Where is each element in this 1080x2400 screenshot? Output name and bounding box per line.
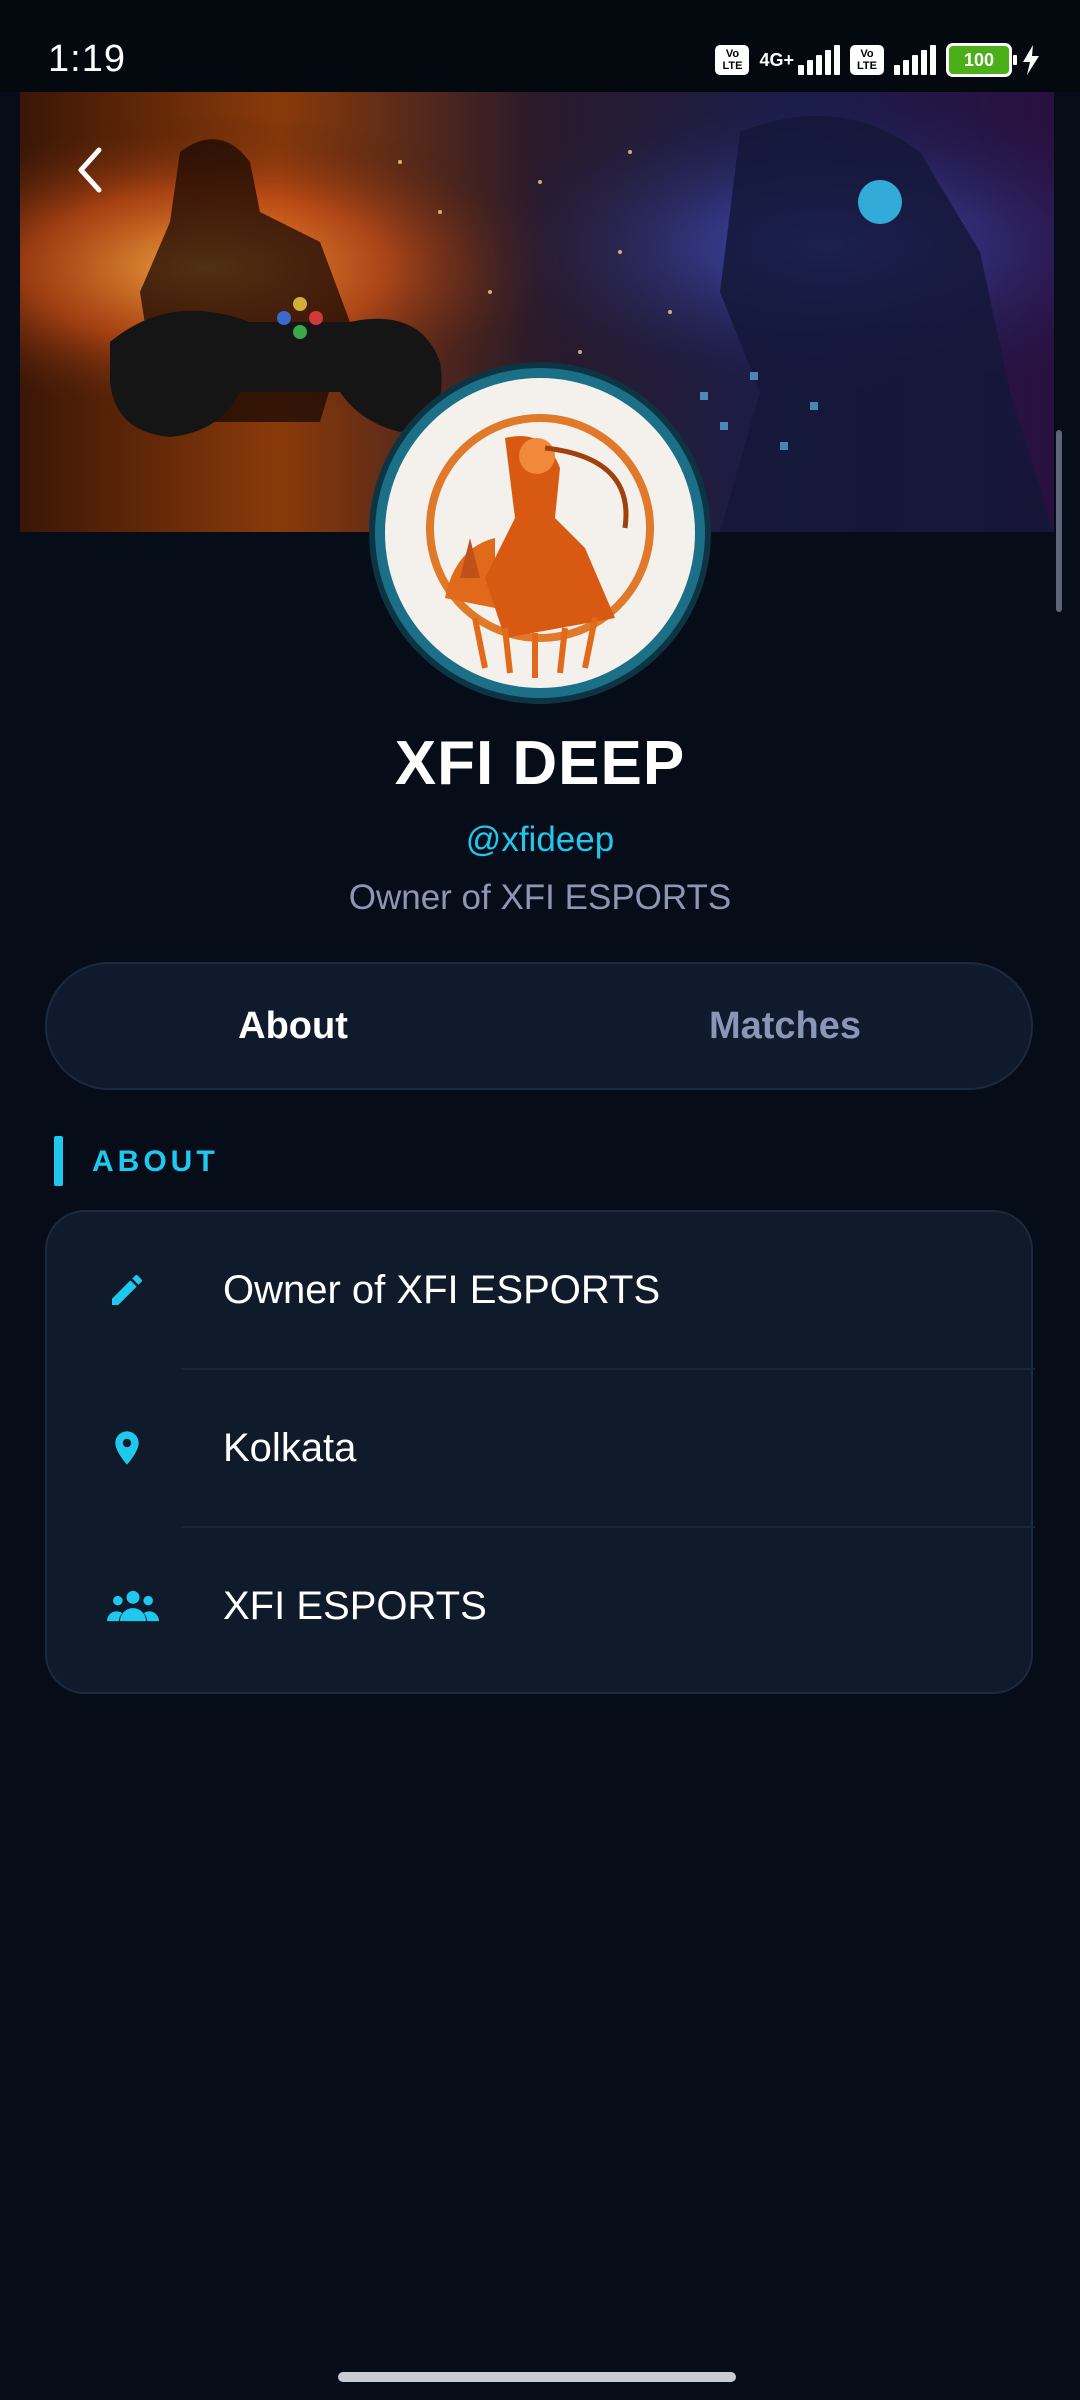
signal-icon-2: [894, 45, 936, 75]
network-type: 4G+: [759, 49, 794, 70]
section-accent-bar: [54, 1136, 63, 1186]
status-time: 1:19: [48, 38, 126, 80]
signal-icon: [798, 45, 840, 75]
section-title: ABOUT: [92, 1145, 219, 1178]
avatar[interactable]: [375, 368, 705, 698]
home-indicator[interactable]: [338, 2372, 736, 2382]
about-item-bio: Owner of XFI ESPORTS: [47, 1212, 1035, 1368]
scrollbar[interactable]: [1056, 430, 1062, 612]
profile-handle[interactable]: @xfideep: [0, 820, 1080, 860]
pencil-icon: [112, 1274, 143, 1305]
group-icon: [107, 1590, 159, 1622]
location-pin-icon: [115, 1431, 139, 1465]
about-item-text: Kolkata: [223, 1425, 357, 1470]
about-item-location: Kolkata: [47, 1370, 1035, 1526]
profile-bio: Owner of XFI ESPORTS: [348, 878, 732, 917]
about-item-team: XFI ESPORTS: [47, 1528, 1035, 1684]
back-button[interactable]: [62, 138, 118, 202]
profile-tabs: About Matches: [45, 962, 1033, 1090]
status-icons: Vo LTE 4G+ Vo LTE 100: [715, 40, 1040, 80]
chevron-left-icon: [78, 147, 102, 193]
volte-icon-2: Vo LTE: [850, 45, 884, 75]
profile-name: XFI DEEP: [394, 729, 686, 798]
battery-icon: 100: [946, 43, 1017, 77]
charging-icon: [1023, 45, 1039, 75]
avatar-image: [385, 378, 695, 688]
about-card: Owner of XFI ESPORTS Kolkata XFI ESPORTS: [45, 1210, 1035, 1694]
about-item-text: Owner of XFI ESPORTS: [223, 1267, 661, 1312]
tab-about[interactable]: About: [47, 964, 539, 1088]
volte-icon: Vo LTE: [715, 45, 750, 75]
tab-matches[interactable]: Matches: [539, 964, 1031, 1088]
about-item-text: XFI ESPORTS: [223, 1583, 487, 1628]
